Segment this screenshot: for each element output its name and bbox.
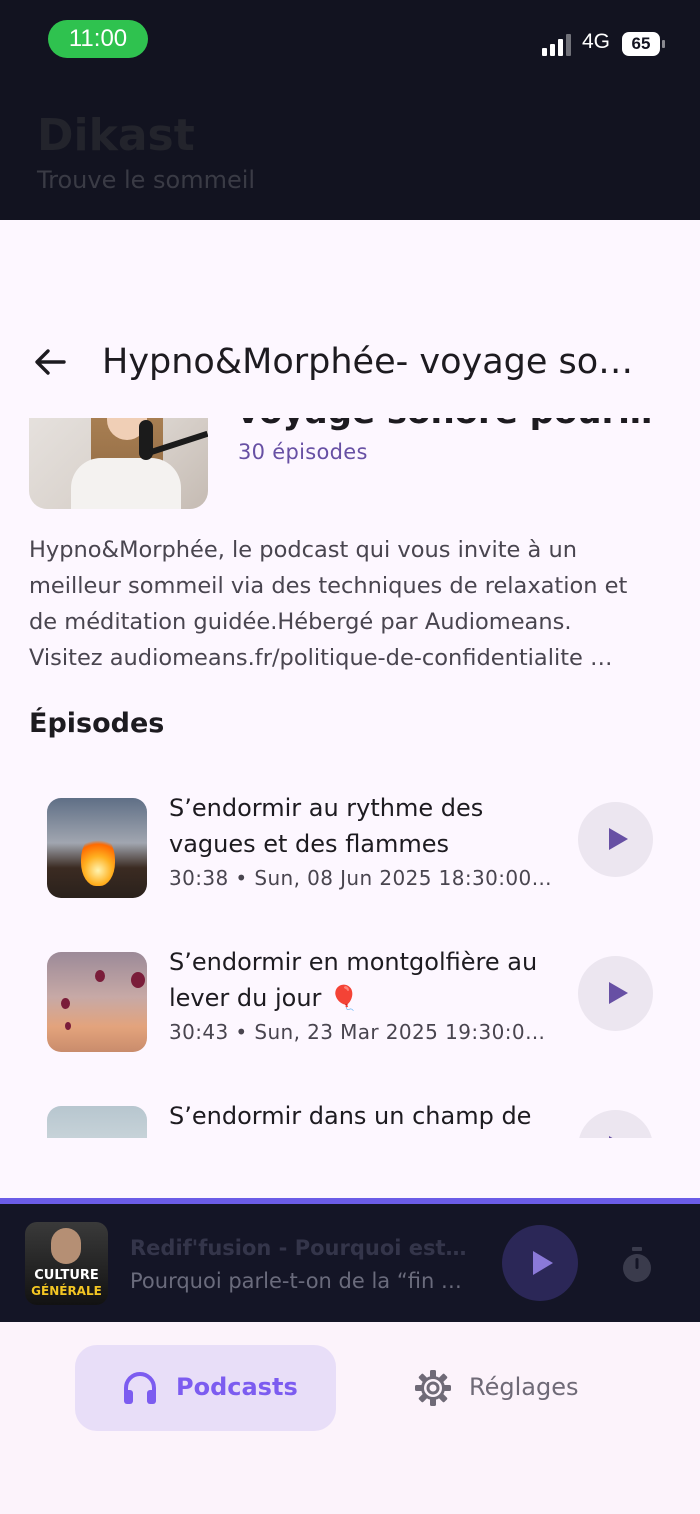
episode-count: 30 épisodes (238, 440, 368, 464)
description-line: Visitez audiomeans.fr/politique-de-confi… (29, 645, 613, 671)
play-icon (609, 828, 628, 850)
description-line: meilleur sommeil via des techniques de r… (29, 573, 628, 599)
podcast-cover-image (29, 418, 208, 509)
episode-thumbnail (47, 952, 147, 1052)
mini-player[interactable]: CULTURE GÉNÉRALE Redif'fusion - Pourquoi… (0, 1204, 700, 1322)
status-time: 11:00 (48, 20, 148, 58)
back-button[interactable] (28, 340, 72, 384)
episode-thumbnail (47, 798, 147, 898)
episode-meta: 30:38 • Sun, 08 Jun 2025 18:30:00… (169, 866, 553, 890)
description-line: de méditation guidée.Hébergé par Audiome… (29, 609, 572, 635)
mini-player-cover: CULTURE GÉNÉRALE (25, 1222, 108, 1305)
podcast-title: Hypno&Morphée- voyage so… (102, 342, 634, 382)
description-line: Hypno&Morphée, le podcast qui vous invit… (29, 537, 577, 563)
play-icon (533, 1251, 553, 1275)
play-icon (609, 982, 628, 1004)
bottom-navigation: Podcasts Réglages (0, 1322, 700, 1514)
episodes-heading: Épisodes (29, 708, 165, 739)
nav-label-podcasts[interactable]: Podcasts (176, 1373, 298, 1401)
episode-title: S’endormir en montgolfière au lever du j… (169, 948, 538, 1012)
episode-play-button[interactable] (578, 802, 653, 877)
back-arrow-icon (35, 349, 66, 375)
episode-item[interactable]: S’endormir en montgolfière au lever du j… (0, 944, 700, 1074)
app-subtitle: Trouve le sommeil (37, 166, 256, 194)
episode-play-button[interactable] (578, 956, 653, 1031)
app-title: Dikast (37, 110, 195, 161)
mini-player-play-button[interactable] (502, 1225, 578, 1301)
mini-player-subtitle: Pourquoi parle-t-on de la “fin … (130, 1269, 462, 1293)
cover-text: GÉNÉRALE (31, 1284, 102, 1298)
episode-item[interactable]: S’endormir dans un champ de (0, 1098, 700, 1138)
sleep-timer-button[interactable] (616, 1244, 658, 1286)
podcast-title-large: voyage sonore pour… (237, 418, 652, 432)
episode-meta: 30:43 • Sun, 23 Mar 2025 19:30:0… (169, 1020, 546, 1044)
episode-play-button[interactable] (578, 1110, 653, 1138)
podcast-description: Hypno&Morphée, le podcast qui vous invit… (29, 532, 669, 676)
podcast-detail-sheet: Hypno&Morphée- voyage so… voyage sonore … (0, 220, 700, 1202)
gear-icon[interactable] (414, 1369, 452, 1407)
app-header: 11:00 4G 65 Dikast Trouve le sommeil (0, 0, 700, 220)
episode-item[interactable]: S’endormir au rythme des vagues et des f… (0, 790, 700, 920)
signal-icon (542, 34, 576, 56)
battery-icon: 65 (622, 32, 660, 56)
nav-item-settings[interactable]: Réglages (469, 1373, 578, 1401)
battery-tip (662, 40, 665, 48)
cover-text: CULTURE (34, 1268, 99, 1283)
episode-title: S’endormir au rythme des vagues et des f… (169, 794, 484, 858)
episode-title: S’endormir dans un champ de (169, 1102, 532, 1130)
timer-icon (623, 1247, 651, 1282)
podcast-scroll-area[interactable]: voyage sonore pour… 30 épisodes Hypno&Mo… (0, 418, 700, 1138)
network-type: 4G (582, 30, 611, 53)
episode-thumbnail (47, 1106, 147, 1138)
headphones-icon (124, 1372, 156, 1404)
mini-player-title: Redif'fusion - Pourquoi est… (130, 1236, 467, 1260)
play-icon (609, 1136, 628, 1138)
